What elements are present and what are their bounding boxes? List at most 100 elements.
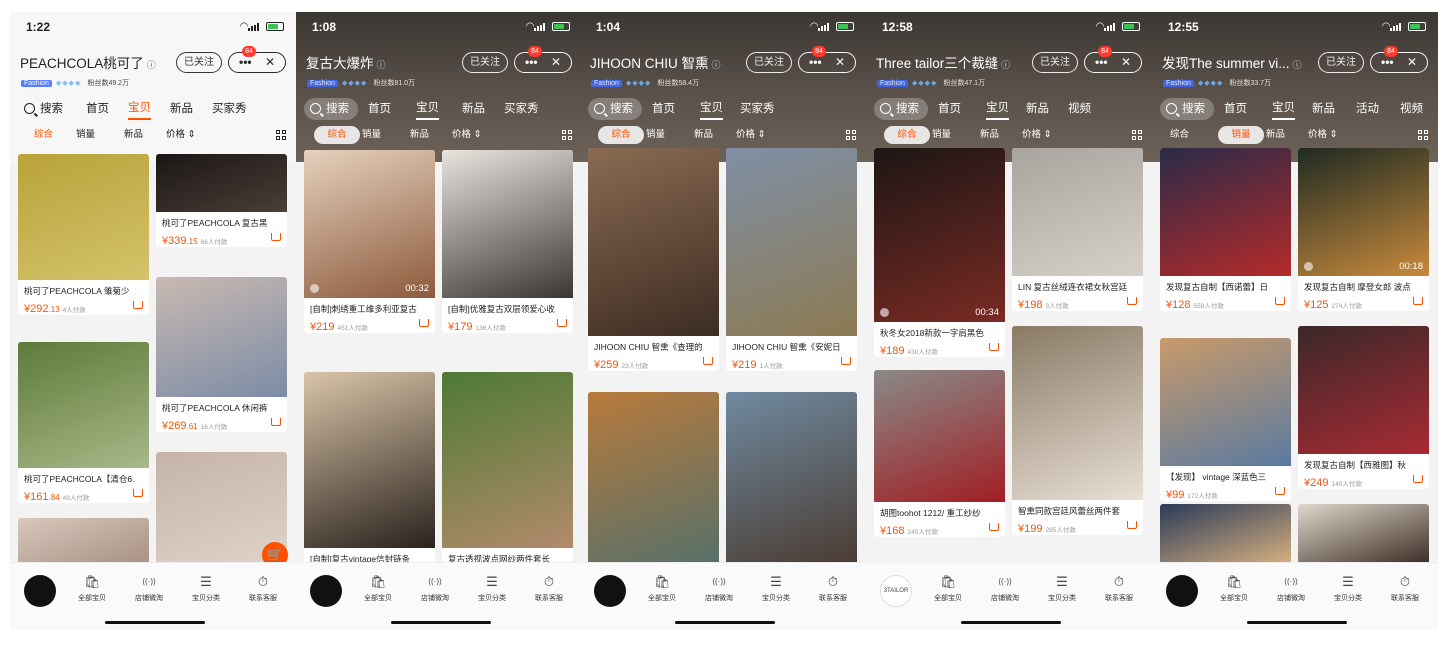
shop-name[interactable]: 复古大爆炸 ⓘ bbox=[306, 52, 386, 72]
bottom-service[interactable]: ⏱ 联系客服 bbox=[525, 575, 573, 603]
cart-icon[interactable] bbox=[1127, 521, 1137, 529]
product-card[interactable]: 桃可了PEACHCOLA 复古黑 ¥339.15 66人付款 bbox=[156, 154, 287, 247]
cart-icon[interactable] bbox=[133, 489, 143, 497]
cart-icon[interactable] bbox=[1275, 297, 1285, 305]
sort-0[interactable]: 综合 bbox=[884, 126, 930, 144]
product-image[interactable] bbox=[18, 154, 149, 280]
shop-avatar[interactable] bbox=[24, 575, 56, 607]
bottom-bag[interactable]: 🛍 全部宝贝 bbox=[924, 575, 972, 603]
bottom-service[interactable]: ⏱ 联系客服 bbox=[239, 575, 287, 603]
sort-1[interactable]: 销量 bbox=[362, 126, 381, 144]
product-image[interactable] bbox=[1160, 338, 1291, 466]
shop-avatar[interactable] bbox=[1166, 575, 1198, 607]
shop-name[interactable]: JIHOON CHIU 智熏 ⓘ bbox=[590, 52, 721, 72]
tab-0[interactable]: 首页 bbox=[86, 98, 109, 120]
bottom-list[interactable]: ☰ 宝贝分类 bbox=[752, 575, 800, 603]
sort-3[interactable]: 价格 ⇕ bbox=[452, 126, 482, 144]
shop-name[interactable]: 发现The summer vi... ⓘ bbox=[1162, 52, 1302, 72]
follow-button[interactable]: 已关注 bbox=[1318, 52, 1364, 73]
cart-icon[interactable] bbox=[1413, 297, 1423, 305]
follow-button[interactable]: 已关注 bbox=[176, 52, 222, 73]
grid-view-icon[interactable] bbox=[1418, 130, 1428, 140]
product-image[interactable] bbox=[1160, 148, 1291, 276]
product-image[interactable] bbox=[726, 148, 857, 336]
home-indicator[interactable] bbox=[1247, 621, 1347, 624]
bottom-broadcast[interactable]: ((·)) 店铺微淘 bbox=[1267, 575, 1315, 603]
product-image[interactable]: 00:18 bbox=[1298, 148, 1429, 276]
sort-0[interactable]: 综合 bbox=[598, 126, 644, 144]
product-image[interactable] bbox=[1012, 148, 1143, 276]
bottom-broadcast[interactable]: ((·)) 店铺微淘 bbox=[411, 575, 459, 603]
sort-1[interactable]: 销量 bbox=[932, 126, 951, 144]
cart-icon[interactable] bbox=[1127, 297, 1137, 305]
tab-1[interactable]: 宝贝 bbox=[1272, 98, 1295, 120]
product-image[interactable] bbox=[304, 372, 435, 548]
product-card[interactable]: 发现复古自制【西雅图】秋 ¥249 140人付款 bbox=[1298, 326, 1429, 489]
grid-view-icon[interactable] bbox=[562, 130, 572, 140]
sort-2[interactable]: 新品 bbox=[1266, 126, 1285, 144]
product-card[interactable] bbox=[726, 392, 857, 568]
close-icon[interactable]: ✕ bbox=[1407, 53, 1417, 71]
tab-0[interactable]: 首页 bbox=[368, 98, 391, 120]
close-icon[interactable]: ✕ bbox=[265, 53, 275, 71]
bottom-list[interactable]: ☰ 宝贝分类 bbox=[182, 575, 230, 603]
sort-3[interactable]: 价格 ⇕ bbox=[166, 126, 196, 144]
bottom-bag[interactable]: 🛍 全部宝贝 bbox=[1210, 575, 1258, 603]
shop-name[interactable]: PEACHCOLA桃可了 ⓘ bbox=[20, 52, 156, 72]
sort-1[interactable]: 销量 bbox=[1218, 126, 1264, 144]
bottom-broadcast[interactable]: ((·)) 店铺微淘 bbox=[981, 575, 1029, 603]
product-card[interactable]: 00:34 秋冬女2018新款一字肩黑色 ¥189 430人付款 bbox=[874, 148, 1005, 357]
bottom-bag[interactable]: 🛍 全部宝贝 bbox=[68, 575, 116, 603]
sort-1[interactable]: 销量 bbox=[76, 126, 95, 144]
tab-1[interactable]: 宝贝 bbox=[128, 98, 151, 120]
cart-icon[interactable] bbox=[841, 357, 851, 365]
follow-button[interactable]: 已关注 bbox=[746, 52, 792, 73]
product-image[interactable] bbox=[874, 370, 1005, 502]
grid-view-icon[interactable] bbox=[846, 130, 856, 140]
product-image[interactable]: 00:34 bbox=[874, 148, 1005, 322]
cart-icon[interactable] bbox=[271, 233, 281, 241]
cart-icon[interactable] bbox=[1413, 475, 1423, 483]
bottom-list[interactable]: ☰ 宝贝分类 bbox=[1038, 575, 1086, 603]
tab-0[interactable]: 首页 bbox=[938, 98, 961, 120]
info-icon[interactable]: ⓘ bbox=[147, 60, 156, 70]
sort-3[interactable]: 价格 ⇕ bbox=[1022, 126, 1052, 144]
tab-3[interactable]: 买家秀 bbox=[504, 98, 539, 120]
cart-icon[interactable] bbox=[703, 357, 713, 365]
search-button[interactable]: 搜索 bbox=[304, 98, 358, 120]
cart-icon[interactable] bbox=[271, 418, 281, 426]
follow-button[interactable]: 已关注 bbox=[462, 52, 508, 73]
info-icon[interactable]: ⓘ bbox=[377, 60, 386, 70]
sort-2[interactable]: 新品 bbox=[410, 126, 429, 144]
product-card[interactable]: 桃可了PEACHCOLA【清仓6. ¥161.84 49人付款 bbox=[18, 342, 149, 503]
bottom-list[interactable]: ☰ 宝贝分类 bbox=[468, 575, 516, 603]
home-indicator[interactable] bbox=[105, 621, 205, 624]
tab-2[interactable]: 买家秀 bbox=[740, 98, 775, 120]
menu-capsule[interactable]: ••• ✕ bbox=[1084, 52, 1142, 73]
product-card[interactable]: 胡图toohot 1212/ 重工纱纱 ¥168 245人付款 bbox=[874, 370, 1005, 537]
product-card[interactable]: 00:32 [自制]刺绣重工维多利亚复古 ¥219 451人付款 bbox=[304, 150, 435, 333]
search-button[interactable]: 搜索 bbox=[18, 98, 72, 120]
tab-0[interactable]: 首页 bbox=[652, 98, 675, 120]
product-card[interactable]: 复古透视波点网纱两件套长 bbox=[442, 372, 573, 565]
shop-avatar[interactable] bbox=[594, 575, 626, 607]
tab-4[interactable]: 视频 bbox=[1400, 98, 1423, 120]
product-card[interactable]: JIHOON CHIU 智熏《查理的 ¥259 23人付款 bbox=[588, 148, 719, 371]
product-image[interactable] bbox=[1160, 504, 1291, 564]
product-card[interactable] bbox=[588, 392, 719, 568]
close-icon[interactable]: ✕ bbox=[835, 53, 845, 71]
shop-name[interactable]: Three tailor三个裁缝 ⓘ bbox=[876, 52, 1010, 72]
bottom-service[interactable]: ⏱ 联系客服 bbox=[1381, 575, 1429, 603]
product-image[interactable] bbox=[588, 148, 719, 336]
info-icon[interactable]: ⓘ bbox=[712, 60, 721, 70]
product-card[interactable]: JIHOON CHIU 智熏《安妮日 ¥219 1人付款 bbox=[726, 148, 857, 371]
sort-3[interactable]: 价格 ⇕ bbox=[1308, 126, 1338, 144]
product-card[interactable]: [自制]复古vintage信封链条 bbox=[304, 372, 435, 565]
close-icon[interactable]: ✕ bbox=[1121, 53, 1131, 71]
sort-0[interactable]: 综合 bbox=[1170, 126, 1189, 144]
home-indicator[interactable] bbox=[961, 621, 1061, 624]
cart-icon[interactable] bbox=[989, 343, 999, 351]
follow-button[interactable]: 已关注 bbox=[1032, 52, 1078, 73]
menu-capsule[interactable]: ••• ✕ bbox=[514, 52, 572, 73]
product-card[interactable] bbox=[1160, 504, 1291, 564]
